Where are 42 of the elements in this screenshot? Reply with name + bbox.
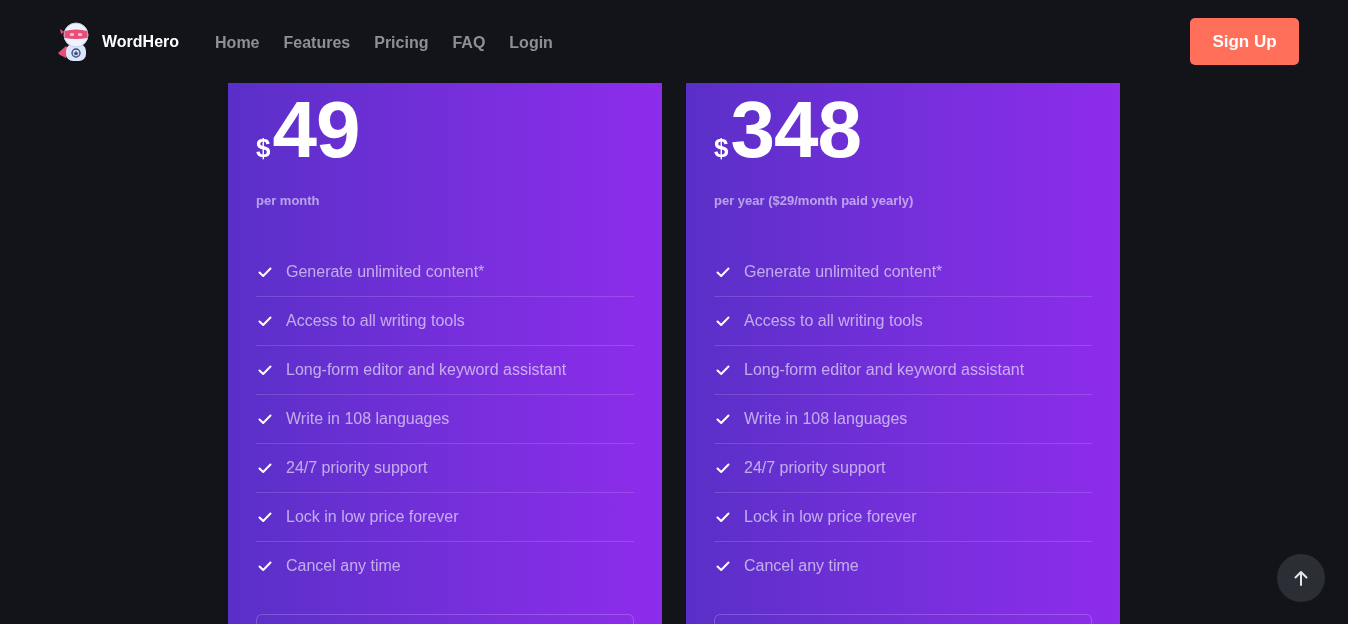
feature-text: Cancel any time [744,556,859,576]
nav-link[interactable]: Home [215,33,260,53]
currency-symbol: $ [256,135,271,161]
check-icon [716,315,730,327]
check-icon [258,364,272,376]
logo-text[interactable]: WordHero [102,31,180,52]
scroll-to-top-button[interactable] [1277,554,1325,602]
check-icon [258,462,272,474]
check-icon [716,266,730,278]
check-icon [716,511,730,523]
feature-text: Access to all writing tools [286,311,465,331]
feature-text: Long-form editor and keyword assistant [744,360,1025,380]
feature-text: Write in 108 languages [744,409,908,429]
check-icon [258,511,272,523]
nav-link[interactable]: Features [283,33,351,53]
check-icon [258,266,272,278]
price-amount: 348 [730,90,861,170]
price-amount: 49 [272,90,360,170]
check-icon [716,462,730,474]
currency-symbol: $ [714,135,729,161]
check-icon [258,560,272,572]
nav-link[interactable]: Pricing [374,33,429,53]
check-icon [716,560,730,572]
feature-text: Cancel any time [286,556,401,576]
feature-text: Lock in low price forever [744,507,917,527]
feature-text: Generate unlimited content* [744,262,943,282]
billing-period: per month [256,192,321,210]
feature-text: Write in 108 languages [286,409,450,429]
nav-link[interactable]: Login [509,33,553,53]
feature-text: Long-form editor and keyword assistant [286,360,567,380]
feature-text: Lock in low price forever [286,507,459,527]
billing-period: per year ($29/month paid yearly) [714,192,915,210]
feature-text: 24/7 priority support [744,458,886,478]
feature-text: Generate unlimited content* [286,262,485,282]
nav-link[interactable]: FAQ [452,33,486,53]
check-icon [258,315,272,327]
feature-text: Access to all writing tools [744,311,923,331]
check-icon [258,413,272,425]
feature-text: 24/7 priority support [286,458,428,478]
arrow-up-icon [1294,570,1308,586]
check-icon [716,364,730,376]
check-icon [716,413,730,425]
